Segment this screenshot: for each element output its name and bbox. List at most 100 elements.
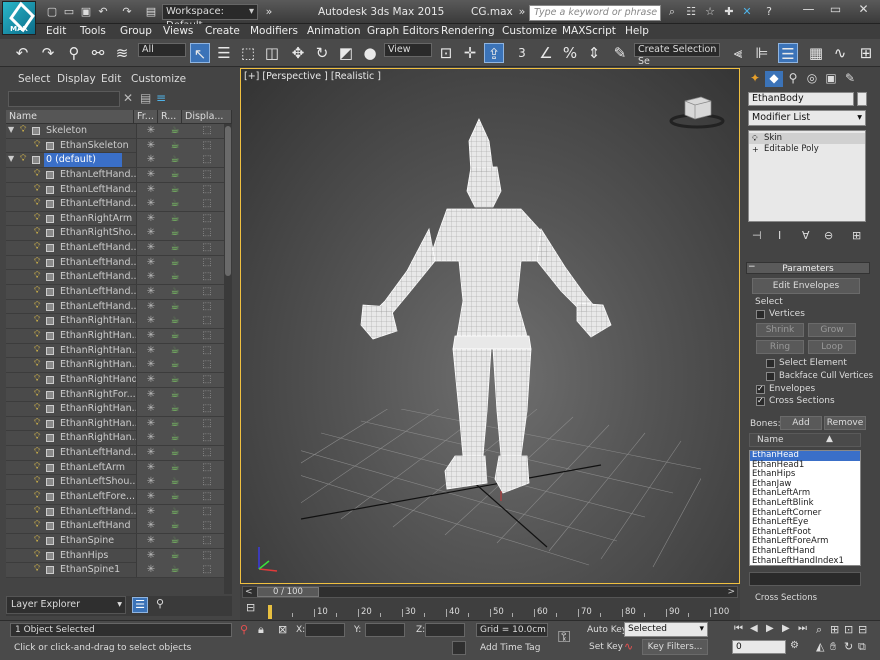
renderable-teapot-icon[interactable]: ☕︎ <box>164 519 186 533</box>
loop-button[interactable]: Loop <box>808 340 856 354</box>
object-row[interactable]: 💡︎ EthanRightHan... ✳ ☕︎ ⬚ <box>6 416 224 432</box>
mirror-icon[interactable]: ⫷ <box>728 43 748 63</box>
freeze-icon[interactable]: ✳ <box>140 417 162 431</box>
menu-maxscript[interactable]: MAXScript <box>562 24 616 39</box>
project-folder-icon[interactable]: ▤ <box>144 5 158 19</box>
object-row[interactable]: 💡︎ EthanHips ✳ ☕︎ ⬚ <box>6 548 224 564</box>
backface-cull-checkbox[interactable] <box>766 372 775 381</box>
object-row[interactable]: 💡︎ EthanSpine ✳ ☕︎ ⬚ <box>6 533 224 549</box>
zoom-icon[interactable]: ⌕ <box>816 623 822 637</box>
go-to-end-icon[interactable]: ⏭︎ <box>798 623 807 634</box>
curve-editor-icon[interactable]: ∿ <box>830 43 850 63</box>
explorer-tab-customize[interactable]: Customize <box>131 73 186 85</box>
visibility-bulb-icon[interactable]: 💡︎ <box>20 154 28 164</box>
menu-customize[interactable]: Customize <box>502 24 557 39</box>
display-box-icon[interactable]: ⬚ <box>196 461 218 475</box>
key-filters-button[interactable]: Key Filters... <box>642 639 708 655</box>
display-box-icon[interactable]: ⬚ <box>196 402 218 416</box>
row-name[interactable]: EthanLeftHand... <box>58 270 136 284</box>
row-name[interactable]: EthanRightHan... <box>58 431 136 445</box>
object-row[interactable]: 💡︎ EthanLeftHand... ✳ ☕︎ ⬚ <box>6 241 224 256</box>
object-name-field[interactable]: EthanBody <box>748 92 854 106</box>
freeze-icon[interactable]: ✳ <box>140 300 162 314</box>
parameters-rollout-header[interactable]: Parameters <box>746 262 870 274</box>
row-name[interactable]: EthanLeftHand... <box>58 285 136 299</box>
slider-left-arrow-icon[interactable]: < <box>245 587 253 597</box>
visibility-bulb-icon[interactable]: 💡︎ <box>34 242 42 252</box>
display-box-icon[interactable]: ⬚ <box>196 329 218 343</box>
row-name[interactable]: EthanRightHan... <box>58 344 136 358</box>
explorer-tab-display[interactable]: Display <box>57 73 96 85</box>
object-row[interactable]: 💡︎ EthanRightHan... ✳ ☕︎ ⬚ <box>6 328 224 344</box>
save-icon[interactable]: ▣ <box>79 5 93 19</box>
add-time-tag[interactable]: Add Time Tag <box>480 643 540 653</box>
time-slider-thumb[interactable]: 0 / 100 <box>257 587 319 597</box>
find-icon[interactable]: ≡ <box>156 91 166 105</box>
freeze-icon[interactable]: ✳ <box>140 168 162 182</box>
hierarchy-tab-icon[interactable]: ⚲ <box>784 71 802 87</box>
visibility-bulb-icon[interactable]: 💡︎ <box>34 286 42 296</box>
freeze-icon[interactable]: ✳ <box>140 431 162 445</box>
visibility-bulb-icon[interactable]: 💡︎ <box>20 125 28 135</box>
object-row[interactable]: 💡︎ EthanRightHan... ✳ ☕︎ ⬚ <box>6 358 224 373</box>
freeze-icon[interactable]: ✳ <box>140 475 162 489</box>
renderable-teapot-icon[interactable]: ☕︎ <box>164 153 186 167</box>
freeze-icon[interactable]: ✳ <box>140 212 162 226</box>
remove-bone-button[interactable]: Remove <box>824 416 866 430</box>
isolate-selection-icon[interactable]: ⚲ <box>240 623 248 636</box>
visibility-bulb-icon[interactable]: 💡︎ <box>34 330 42 340</box>
utilities-tab-icon[interactable]: ✎ <box>841 71 859 87</box>
menu-views[interactable]: Views <box>163 24 193 39</box>
pan-icon[interactable]: ✋︎ <box>830 640 836 654</box>
display-box-icon[interactable]: ⬚ <box>196 519 218 533</box>
row-name[interactable]: EthanSpine1 <box>58 563 136 577</box>
redo-icon[interactable]: ↷ <box>120 5 134 19</box>
freeze-icon[interactable]: ✳ <box>140 285 162 299</box>
transform-mode-icon[interactable]: ⊠ <box>278 623 287 636</box>
menu-create[interactable]: Create <box>205 24 240 39</box>
renderable-teapot-icon[interactable]: ☕︎ <box>164 549 186 563</box>
edit-envelopes-button[interactable]: Edit Envelopes <box>752 278 860 294</box>
search-expand-icon[interactable]: » <box>515 5 529 19</box>
select-object-icon[interactable]: ↖ <box>190 43 210 63</box>
row-name[interactable]: EthanLeftHand... <box>58 168 136 182</box>
renderable-teapot-icon[interactable]: ☕︎ <box>164 226 186 240</box>
angle-snap-icon[interactable]: ∠ <box>536 43 556 63</box>
current-frame-field[interactable]: 0 <box>732 640 786 654</box>
favorites-icon[interactable]: ✚ <box>722 5 736 19</box>
display-box-icon[interactable]: ⬚ <box>196 124 218 138</box>
motion-tab-icon[interactable]: ◎ <box>803 71 821 87</box>
object-row[interactable]: 💡︎ EthanLeftHand ✳ ☕︎ ⬚ <box>6 519 224 534</box>
visibility-bulb-icon[interactable]: 💡︎ <box>34 345 42 355</box>
ethan-character-model[interactable] <box>351 111 621 501</box>
visibility-bulb-icon[interactable]: 💡︎ <box>34 476 42 486</box>
row-name[interactable]: EthanLeftArm <box>58 461 136 475</box>
row-name[interactable]: EthanLeftFore... <box>58 490 136 504</box>
freeze-icon[interactable]: ✳ <box>140 519 162 533</box>
visibility-bulb-icon[interactable]: 💡︎ <box>34 462 42 472</box>
exchange-icon[interactable]: ✕ <box>740 5 754 19</box>
display-box-icon[interactable]: ⬚ <box>196 388 218 402</box>
current-frame-marker[interactable] <box>268 605 272 619</box>
time-slider[interactable]: < 0 / 100 > <box>242 586 738 598</box>
object-row[interactable]: 💡︎ EthanLeftArm ✳ ☕︎ ⬚ <box>6 460 224 476</box>
row-name[interactable]: EthanLeftHand... <box>58 300 136 314</box>
spinner-snap-icon[interactable]: ⇕ <box>584 43 604 63</box>
grow-button[interactable]: Grow <box>808 323 856 337</box>
freeze-icon[interactable]: ✳ <box>140 388 162 402</box>
row-name[interactable]: EthanSpine <box>58 534 136 548</box>
selection-filter-dropdown[interactable]: All <box>138 43 186 57</box>
renderable-teapot-icon[interactable]: ☕︎ <box>164 446 186 460</box>
modifier-list-dropdown[interactable]: Modifier List <box>748 110 866 126</box>
freeze-icon[interactable]: ✳ <box>140 402 162 416</box>
visibility-bulb-icon[interactable]: 💡︎ <box>34 301 42 311</box>
display-box-icon[interactable]: ⬚ <box>196 314 218 328</box>
sort-by-layer-icon[interactable]: ☰ <box>132 597 148 613</box>
object-row[interactable]: 💡︎ EthanLeftHand... ✳ ☕︎ ⬚ <box>6 255 224 271</box>
restore-button[interactable]: ▭ <box>822 0 849 18</box>
renderable-teapot-icon[interactable]: ☕︎ <box>164 139 186 153</box>
object-row[interactable]: 💡︎ EthanLeftHand... ✳ ☕︎ ⬚ <box>6 446 224 461</box>
selection-lock-icon[interactable]: 🔒︎ <box>258 623 264 637</box>
display-box-icon[interactable]: ⬚ <box>196 358 218 372</box>
undo-icon[interactable]: ↶ <box>96 5 110 19</box>
